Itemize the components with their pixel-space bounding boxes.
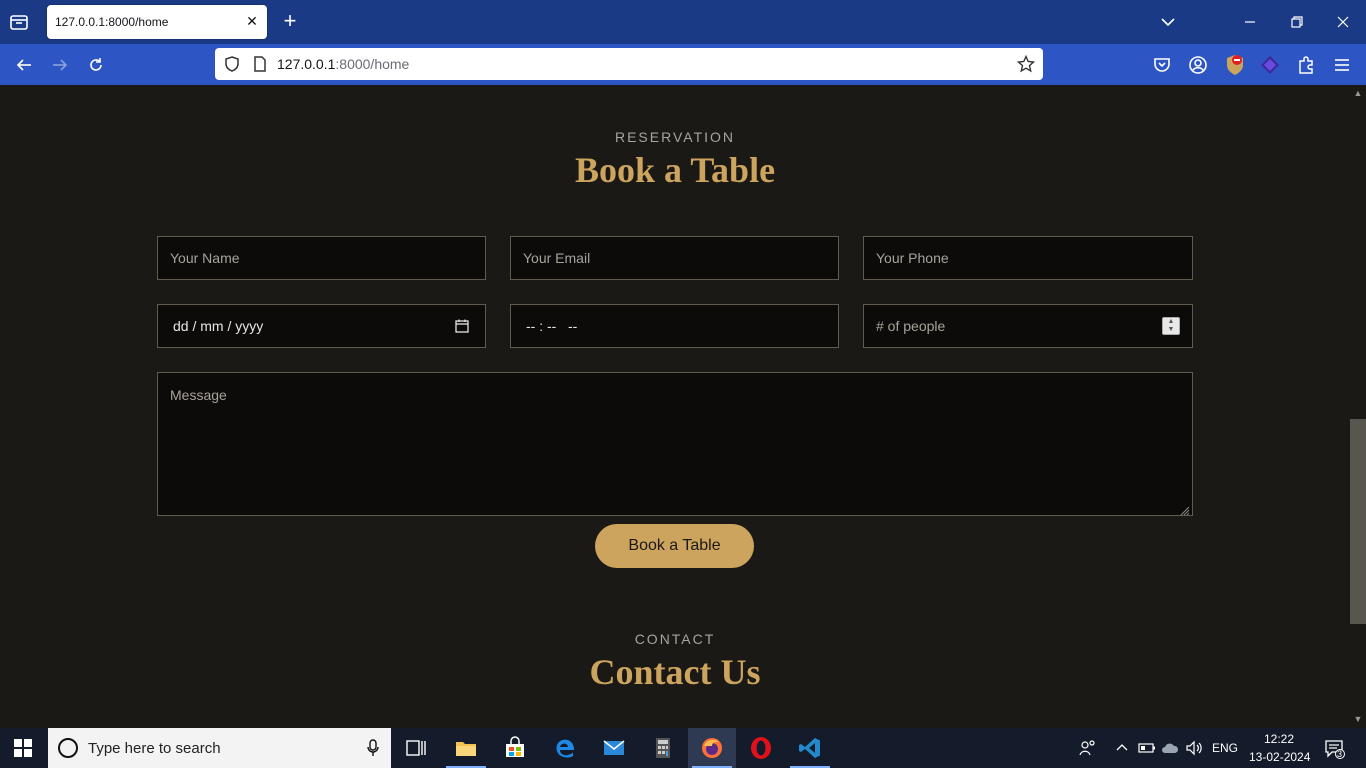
- url-host: 127.0.0.1: [277, 56, 336, 72]
- number-spinner[interactable]: ▲ ▼: [1162, 317, 1180, 335]
- phone-input[interactable]: Your Phone: [863, 236, 1193, 280]
- scroll-down-icon[interactable]: ▼: [1353, 714, 1363, 724]
- extensions-puzzle-icon[interactable]: [1294, 53, 1318, 77]
- reservation-subtitle: RESERVATION: [614, 129, 736, 145]
- store-icon[interactable]: [491, 728, 539, 768]
- microphone-icon[interactable]: [367, 739, 379, 757]
- account-icon[interactable]: [1186, 53, 1210, 77]
- mail-icon[interactable]: [590, 728, 638, 768]
- resize-grip-icon[interactable]: [1180, 503, 1190, 516]
- date-value: dd / mm / yyyy: [173, 318, 264, 334]
- contact-subtitle: CONTACT: [634, 631, 716, 647]
- forward-button[interactable]: [48, 53, 72, 77]
- page-content: RESERVATION Book a Table Your Name Your …: [0, 85, 1350, 728]
- spinner-down-icon[interactable]: ▼: [1163, 326, 1179, 334]
- name-placeholder: Your Name: [170, 250, 240, 266]
- close-window-button[interactable]: [1331, 10, 1355, 34]
- menu-hamburger-icon[interactable]: [1330, 53, 1354, 77]
- people-placeholder: # of people: [876, 318, 946, 334]
- reservation-title: Book a Table: [574, 150, 776, 190]
- taskbar-search-box[interactable]: Type here to search: [48, 728, 391, 768]
- date-input[interactable]: dd / mm / yyyy: [157, 304, 486, 348]
- reload-button[interactable]: [84, 53, 108, 77]
- scroll-thumb[interactable]: [1350, 419, 1366, 624]
- extension-diamond-icon[interactable]: [1258, 53, 1282, 77]
- message-placeholder: Message: [170, 387, 227, 403]
- email-placeholder: Your Email: [523, 250, 591, 266]
- clock-time[interactable]: 12:22: [1264, 732, 1294, 746]
- contact-title: Contact Us: [589, 652, 761, 692]
- people-icon[interactable]: [1078, 739, 1096, 757]
- calculator-icon[interactable]: [639, 728, 687, 768]
- page-scrollbar[interactable]: ▲ ▼: [1350, 85, 1366, 728]
- opera-icon[interactable]: [737, 728, 785, 768]
- name-input[interactable]: Your Name: [157, 236, 486, 280]
- spinner-up-icon[interactable]: ▲: [1163, 318, 1179, 326]
- browser-tab-active[interactable]: 127.0.0.1:8000/home ✕: [47, 5, 267, 39]
- address-bar[interactable]: 127.0.0.1:8000/home: [215, 48, 1043, 80]
- onedrive-cloud-icon[interactable]: [1161, 739, 1179, 757]
- page-info-icon[interactable]: [251, 55, 269, 73]
- book-table-button[interactable]: Book a Table: [595, 524, 754, 568]
- cortana-icon: [58, 738, 78, 758]
- url-path: :8000/home: [335, 56, 410, 72]
- tray-chevron-up-icon[interactable]: [1113, 739, 1131, 757]
- battery-icon[interactable]: [1138, 739, 1156, 757]
- notification-count: 3: [1337, 749, 1343, 759]
- clock-date[interactable]: 13-02-2024: [1249, 750, 1310, 764]
- phone-placeholder: Your Phone: [876, 250, 949, 266]
- shield-icon[interactable]: [223, 55, 241, 73]
- back-button[interactable]: [12, 53, 36, 77]
- vscode-icon[interactable]: [786, 728, 834, 768]
- tab-overview-icon[interactable]: [8, 11, 30, 33]
- url-text: 127.0.0.1:8000/home: [277, 56, 409, 72]
- tab-close-icon[interactable]: ✕: [245, 14, 259, 28]
- tab-list-chevron-icon[interactable]: [1156, 10, 1180, 34]
- message-textarea[interactable]: Message: [157, 372, 1193, 516]
- tab-title: 127.0.0.1:8000/home: [55, 15, 169, 29]
- ublock-extension-icon[interactable]: [1223, 53, 1247, 77]
- restore-button[interactable]: [1285, 10, 1309, 34]
- time-value: -- : -- --: [526, 318, 578, 334]
- pocket-icon[interactable]: [1150, 53, 1174, 77]
- email-input[interactable]: Your Email: [510, 236, 839, 280]
- windows-start-icon[interactable]: [14, 739, 32, 757]
- edge-browser-icon[interactable]: [541, 728, 589, 768]
- time-input[interactable]: -- : -- --: [510, 304, 839, 348]
- windows-taskbar: Type here to search ENG 12:22 13-02-2024…: [0, 728, 1366, 768]
- calendar-icon[interactable]: [455, 319, 469, 333]
- browser-titlebar: 127.0.0.1:8000/home ✕ +: [0, 0, 1366, 44]
- firefox-icon[interactable]: [688, 728, 736, 768]
- search-placeholder: Type here to search: [88, 740, 221, 757]
- input-language[interactable]: ENG: [1212, 741, 1238, 755]
- volume-icon[interactable]: [1185, 739, 1203, 757]
- browser-navbar: 127.0.0.1:8000/home: [0, 44, 1366, 85]
- notification-center-icon[interactable]: [1324, 739, 1346, 759]
- bookmark-star-icon[interactable]: [1016, 54, 1036, 73]
- new-tab-button[interactable]: +: [280, 10, 300, 32]
- people-input[interactable]: # of people ▲ ▼: [863, 304, 1193, 348]
- task-view-icon[interactable]: [392, 728, 440, 768]
- minimize-button[interactable]: [1238, 10, 1262, 34]
- scroll-up-icon[interactable]: ▲: [1353, 88, 1363, 98]
- file-explorer-icon[interactable]: [442, 728, 490, 768]
